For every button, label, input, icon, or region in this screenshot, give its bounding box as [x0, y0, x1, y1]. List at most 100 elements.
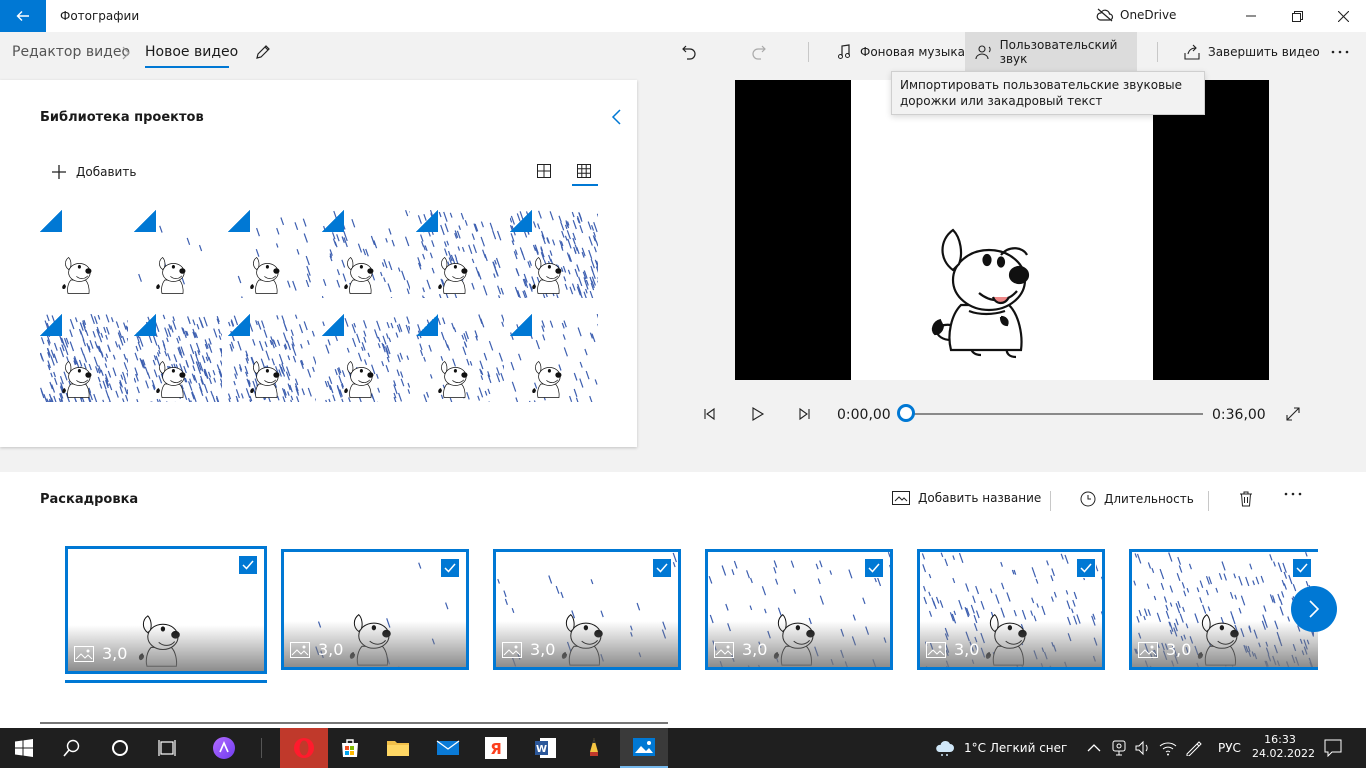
- show-hidden-icons-button[interactable]: [1087, 741, 1101, 755]
- finish-video-button[interactable]: Завершить видео: [1184, 38, 1320, 66]
- card-checkbox[interactable]: [652, 558, 672, 578]
- previous-frame-button[interactable]: [701, 406, 717, 422]
- music-note-icon: [838, 44, 850, 59]
- start-button[interactable]: [0, 728, 48, 768]
- network-tray-button[interactable]: [1159, 740, 1177, 756]
- app-title: Фотографии: [60, 9, 140, 23]
- storyboard-scroll-next-button[interactable]: [1291, 586, 1337, 632]
- finish-video-label: Завершить видео: [1208, 45, 1320, 59]
- card-checkbox[interactable]: [1076, 558, 1096, 578]
- large-thumbnails-view-button[interactable]: [536, 163, 552, 179]
- cortana-button[interactable]: [96, 728, 144, 768]
- title-card-icon: [892, 491, 910, 505]
- undo-icon: [682, 45, 696, 60]
- redo-icon: [752, 45, 766, 60]
- checkmark-icon: [1296, 563, 1308, 573]
- library-media-item[interactable]: [134, 314, 222, 402]
- card-duration-value: 3,0: [530, 640, 556, 659]
- taskbar-separator: [261, 738, 262, 758]
- word-icon: W: [535, 738, 556, 758]
- card-checkbox[interactable]: [238, 555, 258, 575]
- library-media-item[interactable]: [40, 314, 128, 402]
- search-button[interactable]: [48, 728, 96, 768]
- alice-assistant-button[interactable]: [200, 728, 248, 768]
- action-center-button[interactable]: [1324, 739, 1342, 757]
- card-duration-value: 3,0: [318, 640, 344, 659]
- delete-button[interactable]: [1239, 491, 1253, 507]
- redo-button[interactable]: [750, 38, 768, 66]
- clock-date: 24.02.2022: [1252, 747, 1315, 760]
- background-music-button[interactable]: Фоновая музыка: [836, 38, 965, 66]
- rename-button[interactable]: [254, 43, 272, 61]
- collapse-library-button[interactable]: [609, 108, 623, 126]
- custom-audio-button[interactable]: Пользовательский звук: [965, 32, 1137, 72]
- clock[interactable]: 16:33 24.02.2022: [1252, 733, 1315, 761]
- fullscreen-button[interactable]: [1285, 406, 1301, 422]
- background-music-label: Фоновая музыка: [860, 45, 965, 59]
- storyboard-scrollbar[interactable]: [40, 722, 668, 724]
- file-explorer-button[interactable]: [374, 728, 422, 768]
- opera-browser-button[interactable]: [280, 728, 328, 768]
- minimize-button[interactable]: [1228, 0, 1274, 32]
- seek-bar[interactable]: [908, 413, 1203, 415]
- duration-button[interactable]: Длительность: [1080, 491, 1194, 507]
- yandex-browser-button[interactable]: Я: [472, 728, 520, 768]
- library-media-item[interactable]: [416, 314, 504, 402]
- library-media-item[interactable]: [416, 210, 504, 298]
- storyboard-card[interactable]: 3,0: [65, 546, 267, 674]
- play-button[interactable]: [749, 406, 765, 422]
- library-media-item[interactable]: [510, 210, 598, 298]
- library-media-item[interactable]: [322, 314, 410, 402]
- pencil-icon: [256, 45, 270, 59]
- small-thumbnails-view-button[interactable]: [576, 163, 592, 179]
- photos-app-button[interactable]: [620, 728, 668, 768]
- volume-tray-button[interactable]: [1135, 740, 1151, 756]
- library-media-item[interactable]: [40, 210, 128, 298]
- task-view-button[interactable]: [144, 728, 192, 768]
- library-media-item[interactable]: [228, 210, 316, 298]
- card-checkbox[interactable]: [864, 558, 884, 578]
- storyboard-card[interactable]: 3,0: [705, 549, 893, 670]
- undo-button[interactable]: [680, 38, 698, 66]
- back-button[interactable]: [0, 0, 46, 32]
- more-options-button[interactable]: [1330, 38, 1350, 66]
- photos-icon: [633, 738, 655, 756]
- webcam-tray-button[interactable]: [1111, 740, 1127, 756]
- image-icon: [1138, 641, 1158, 658]
- storyboard-card[interactable]: 3,0: [917, 549, 1105, 670]
- library-media-item[interactable]: [134, 210, 222, 298]
- image-icon: [714, 641, 734, 658]
- add-media-button[interactable]: Добавить: [50, 163, 136, 181]
- onedrive-button[interactable]: OneDrive: [1096, 8, 1176, 22]
- chevron-up-icon: [1087, 744, 1101, 752]
- storyboard-card[interactable]: 3,0: [1129, 549, 1318, 670]
- added-to-project-marker: [228, 314, 250, 336]
- microsoft-store-button[interactable]: [326, 728, 374, 768]
- card-checkbox[interactable]: [1292, 558, 1312, 578]
- card-checkbox[interactable]: [440, 558, 460, 578]
- plus-icon: [52, 165, 66, 179]
- checkmark-icon: [242, 560, 254, 570]
- add-title-card-button[interactable]: Добавить название: [892, 491, 1041, 505]
- close-button[interactable]: [1320, 0, 1366, 32]
- word-button[interactable]: W: [522, 728, 570, 768]
- pen-workspace-tray-button[interactable]: [1185, 740, 1203, 756]
- card-duration: 3,0: [502, 640, 555, 659]
- seek-handle[interactable]: [897, 404, 915, 422]
- card-duration: 3,0: [1138, 640, 1191, 659]
- storyboard-card[interactable]: 3,0: [493, 549, 681, 670]
- storyboard-more-button[interactable]: [1283, 491, 1303, 497]
- library-media-item[interactable]: [322, 210, 410, 298]
- input-language-indicator[interactable]: РУС: [1218, 741, 1241, 755]
- next-frame-button[interactable]: [797, 406, 813, 422]
- restore-button[interactable]: [1274, 0, 1320, 32]
- storyboard-card[interactable]: 3,0: [281, 549, 469, 670]
- webcam-icon: [1112, 740, 1126, 756]
- speaker-icon: [1135, 740, 1148, 756]
- library-media-item[interactable]: [510, 314, 598, 402]
- mail-button[interactable]: [424, 728, 472, 768]
- weather-widget[interactable]: 1°C Легкий снег: [934, 740, 1067, 756]
- breadcrumb-video-editor[interactable]: Редактор видео: [12, 44, 130, 60]
- paint-button[interactable]: [570, 728, 618, 768]
- library-media-item[interactable]: [228, 314, 316, 402]
